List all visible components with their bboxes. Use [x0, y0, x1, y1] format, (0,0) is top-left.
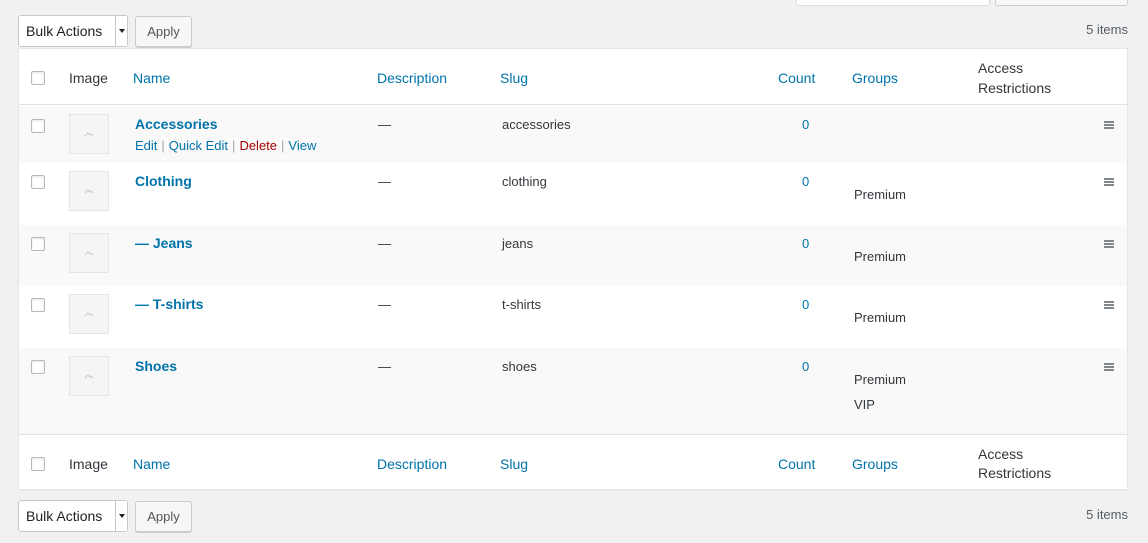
count-link[interactable]: 0	[802, 174, 809, 189]
description-cell: —	[378, 236, 391, 251]
drag-handle-icon[interactable]	[1104, 240, 1114, 248]
table-row: — T-shirts — t-shirts 0 Premium	[19, 286, 1127, 348]
search-button-stub[interactable]	[995, 0, 1128, 6]
group-label: Premium	[854, 249, 907, 264]
drag-handle-icon[interactable]	[1104, 121, 1114, 129]
items-count: 5 items	[1086, 22, 1128, 37]
chevron-down-icon	[115, 16, 127, 46]
table-header: Image Name Description Slug Count Groups…	[19, 49, 1127, 105]
count-link[interactable]: 0	[802, 297, 809, 312]
image-placeholder-icon	[69, 233, 109, 273]
row-checkbox[interactable]	[31, 175, 45, 189]
quick-edit-link[interactable]: Quick Edit	[169, 138, 228, 153]
table-row: Shoes — shoes 0 Premium VIP	[19, 348, 1127, 434]
select-all-checkbox[interactable]	[31, 71, 45, 85]
slug-cell: t-shirts	[502, 297, 541, 312]
image-placeholder-icon	[69, 171, 109, 211]
bulk-actions-select[interactable]: Bulk Actions	[18, 15, 128, 47]
column-header-image: Image	[69, 70, 108, 86]
chevron-down-icon	[115, 501, 127, 531]
row-checkbox[interactable]	[31, 237, 45, 251]
column-header-access-restrictions-line2: Restrictions	[978, 80, 1052, 96]
count-link[interactable]: 0	[802, 236, 809, 251]
description-cell: —	[378, 297, 391, 312]
column-footer-access-restrictions-line1: Access	[978, 446, 1024, 462]
term-name-link[interactable]: Accessories	[135, 116, 218, 132]
slug-cell: jeans	[502, 236, 534, 251]
group-label: Premium	[854, 310, 907, 325]
row-checkbox[interactable]	[31, 360, 45, 374]
apply-button[interactable]: Apply	[135, 501, 192, 532]
term-name-link[interactable]: Clothing	[135, 173, 192, 189]
column-footer-groups[interactable]: Groups	[852, 456, 898, 472]
bulk-actions-select[interactable]: Bulk Actions	[18, 500, 128, 532]
bulk-actions-label: Bulk Actions	[26, 508, 103, 524]
slug-cell: clothing	[502, 174, 547, 189]
column-footer-count[interactable]: Count	[778, 456, 815, 472]
apply-button[interactable]: Apply	[135, 16, 192, 47]
edit-link[interactable]: Edit	[135, 138, 157, 153]
tablenav-bottom: Bulk Actions Apply 5 items	[18, 500, 1128, 532]
table-footer: Image Name Description Slug Count Groups…	[19, 434, 1127, 490]
slug-cell: accessories	[502, 117, 571, 132]
row-actions: Edit | Quick Edit | Delete | View	[135, 138, 317, 153]
table-row: Accessories Edit | Quick Edit | Delete | View …	[19, 106, 1127, 163]
drag-handle-icon[interactable]	[1104, 363, 1114, 371]
column-header-description[interactable]: Description	[377, 70, 447, 86]
column-header-count[interactable]: Count	[778, 70, 815, 86]
description-cell: —	[378, 174, 391, 189]
description-cell: —	[378, 359, 391, 374]
image-placeholder-icon	[69, 356, 109, 396]
term-name-link[interactable]: — Jeans	[135, 235, 193, 251]
drag-handle-icon[interactable]	[1104, 301, 1114, 309]
column-footer-access-restrictions-line2: Restrictions	[978, 465, 1052, 481]
group-label: Premium	[854, 187, 907, 202]
group-label: VIP	[854, 397, 875, 412]
column-header-groups[interactable]: Groups	[852, 70, 898, 86]
term-name-link[interactable]: — T-shirts	[135, 296, 203, 312]
items-count: 5 items	[1086, 507, 1128, 522]
row-checkbox[interactable]	[31, 119, 45, 133]
count-link[interactable]: 0	[802, 117, 809, 132]
row-checkbox[interactable]	[31, 298, 45, 312]
column-header-slug[interactable]: Slug	[500, 70, 528, 86]
delete-link[interactable]: Delete	[239, 138, 277, 153]
column-footer-image: Image	[69, 456, 108, 472]
column-footer-slug[interactable]: Slug	[500, 456, 528, 472]
column-header-name[interactable]: Name	[133, 70, 170, 86]
table-row: Clothing — clothing 0 Premium	[19, 163, 1127, 225]
terms-table: Image Name Description Slug Count Groups…	[18, 48, 1128, 490]
group-label: Premium	[854, 372, 907, 387]
tablenav-top: Bulk Actions Apply 5 items	[18, 15, 1128, 47]
count-link[interactable]: 0	[802, 359, 809, 374]
view-link[interactable]: View	[288, 138, 316, 153]
bulk-actions-label: Bulk Actions	[26, 23, 103, 39]
image-placeholder-icon	[69, 294, 109, 334]
drag-handle-icon[interactable]	[1104, 178, 1114, 186]
description-cell: —	[378, 117, 391, 132]
column-footer-description[interactable]: Description	[377, 456, 447, 472]
image-placeholder-icon	[69, 114, 109, 154]
slug-cell: shoes	[502, 359, 537, 374]
select-all-checkbox-footer[interactable]	[31, 457, 45, 471]
term-name-link[interactable]: Shoes	[135, 358, 177, 374]
column-footer-name[interactable]: Name	[133, 456, 170, 472]
table-row: — Jeans — jeans 0 Premium	[19, 225, 1127, 286]
search-input-stub[interactable]	[796, 0, 990, 6]
column-header-access-restrictions-line1: Access	[978, 60, 1024, 76]
